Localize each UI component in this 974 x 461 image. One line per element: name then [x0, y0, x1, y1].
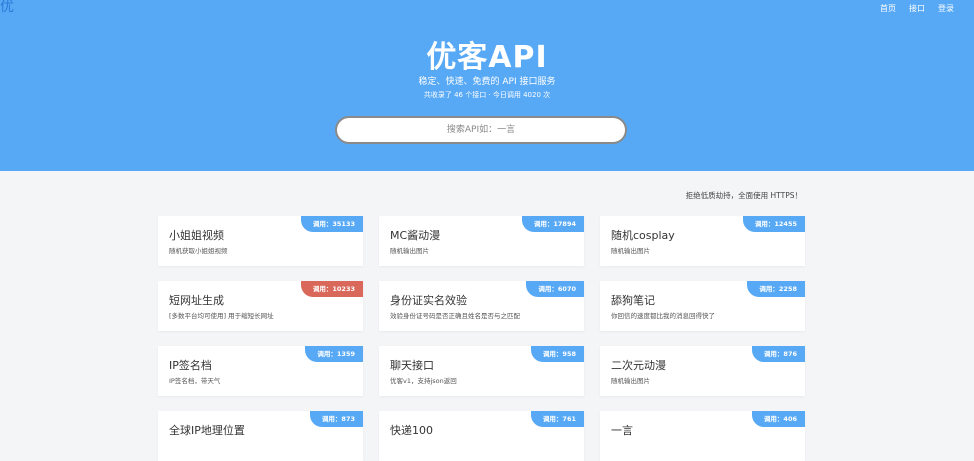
api-card-name: 随机cosplay	[611, 229, 675, 242]
api-card[interactable]: 快递100 调用：761	[379, 411, 584, 461]
site-subtitle: 稳定、快速、免费的 API 接口服务	[418, 77, 556, 87]
api-card-description: 随机获取小姐姐视频	[169, 247, 228, 255]
api-card[interactable]: 一言 调用：406	[600, 411, 805, 461]
site-title: 优客API	[426, 40, 548, 75]
call-count-badge: 调用：35133	[300, 216, 363, 232]
api-card[interactable]: 随机cosplay 随机输出图片 调用：12455	[600, 216, 805, 266]
api-card-description: IP签名档，带天气	[169, 377, 221, 385]
call-count-badge: 调用：10233	[300, 281, 363, 297]
api-card-description: 随机输出图片	[611, 247, 650, 255]
api-card-name: 短网址生成	[169, 294, 224, 307]
api-card[interactable]: 全球IP地理位置 调用：873	[158, 411, 363, 461]
api-card-name: 一言	[611, 424, 633, 437]
api-card-name: 全球IP地理位置	[169, 424, 245, 437]
api-card-name: 聊天接口	[390, 359, 434, 372]
api-card-name: 小姐姐视频	[169, 229, 224, 242]
api-card-description: [多数平台均可使用] 用于缩短长网址	[169, 312, 274, 320]
call-count-badge: 调用：1359	[305, 346, 363, 362]
call-count-badge: 调用：873	[309, 411, 363, 427]
hero-banner: 优 首页 接口 登录 优客API 稳定、快速、免费的 API 接口服务 共收录了…	[0, 0, 974, 171]
api-card-description: 你回信的速度都比我的消息回得快了	[611, 312, 715, 320]
call-count-badge: 调用：406	[751, 411, 805, 427]
api-card-description: 随机输出图片	[611, 377, 650, 385]
usage-stats: 共收录了 46 个接口 · 今日调用 4020 次	[423, 91, 551, 99]
call-count-badge: 调用：12455	[742, 216, 805, 232]
search-input[interactable]	[335, 116, 627, 144]
call-count-badge: 调用：876	[751, 346, 805, 362]
nav-home-link[interactable]: 首页	[880, 3, 896, 14]
api-card-name: 二次元动漫	[611, 359, 666, 372]
api-card[interactable]: 聊天接口优客v1，支持json返回 调用：958	[379, 346, 584, 396]
nav-login-link[interactable]: 登录	[938, 3, 954, 14]
api-card-name: IP签名档	[169, 359, 212, 372]
api-card-description: 随机输出图片	[390, 247, 429, 255]
api-card[interactable]: MC酱动漫随机输出图片 调用：17894	[379, 216, 584, 266]
api-card[interactable]: 小姐姐视频随机获取小姐姐视频 调用：35133	[158, 216, 363, 266]
api-card-description: 优客v1，支持json返回	[390, 377, 457, 385]
api-card-name: 舔狗笔记	[611, 294, 655, 307]
top-nav: 首页 接口 登录	[880, 3, 954, 14]
nav-api-link[interactable]: 接口	[909, 3, 925, 14]
api-card[interactable]: 舔狗笔记你回信的速度都比我的消息回得快了 调用：2258	[600, 281, 805, 331]
call-count-badge: 调用：2258	[747, 281, 805, 297]
api-card[interactable]: 短网址生成 [多数平台均可使用] 用于缩短长网址 调用：10233	[158, 281, 363, 331]
call-count-badge: 调用：6070	[526, 281, 584, 297]
api-card[interactable]: IP签名档 IP签名档，带天气 调用：1359	[158, 346, 363, 396]
api-card[interactable]: 身份证实名效验效验身份证号码是否正确且姓名是否与之匹配 调用：6070	[379, 281, 584, 331]
https-notice: 拒绝低质劫持，全面使用 HTTPS！	[685, 191, 802, 200]
api-card-description: 效验身份证号码是否正确且姓名是否与之匹配	[390, 312, 520, 320]
api-card-name: 身份证实名效验	[390, 294, 467, 307]
api-card-name: MC酱动漫	[390, 229, 441, 242]
call-count-badge: 调用：17894	[521, 216, 584, 232]
call-count-badge: 调用：958	[530, 346, 584, 362]
api-card[interactable]: 二次元动漫随机输出图片 调用：876	[600, 346, 805, 396]
site-logo[interactable]: 优	[0, 0, 14, 14]
call-count-badge: 调用：761	[530, 411, 584, 427]
api-card-name: 快递100	[390, 424, 433, 437]
